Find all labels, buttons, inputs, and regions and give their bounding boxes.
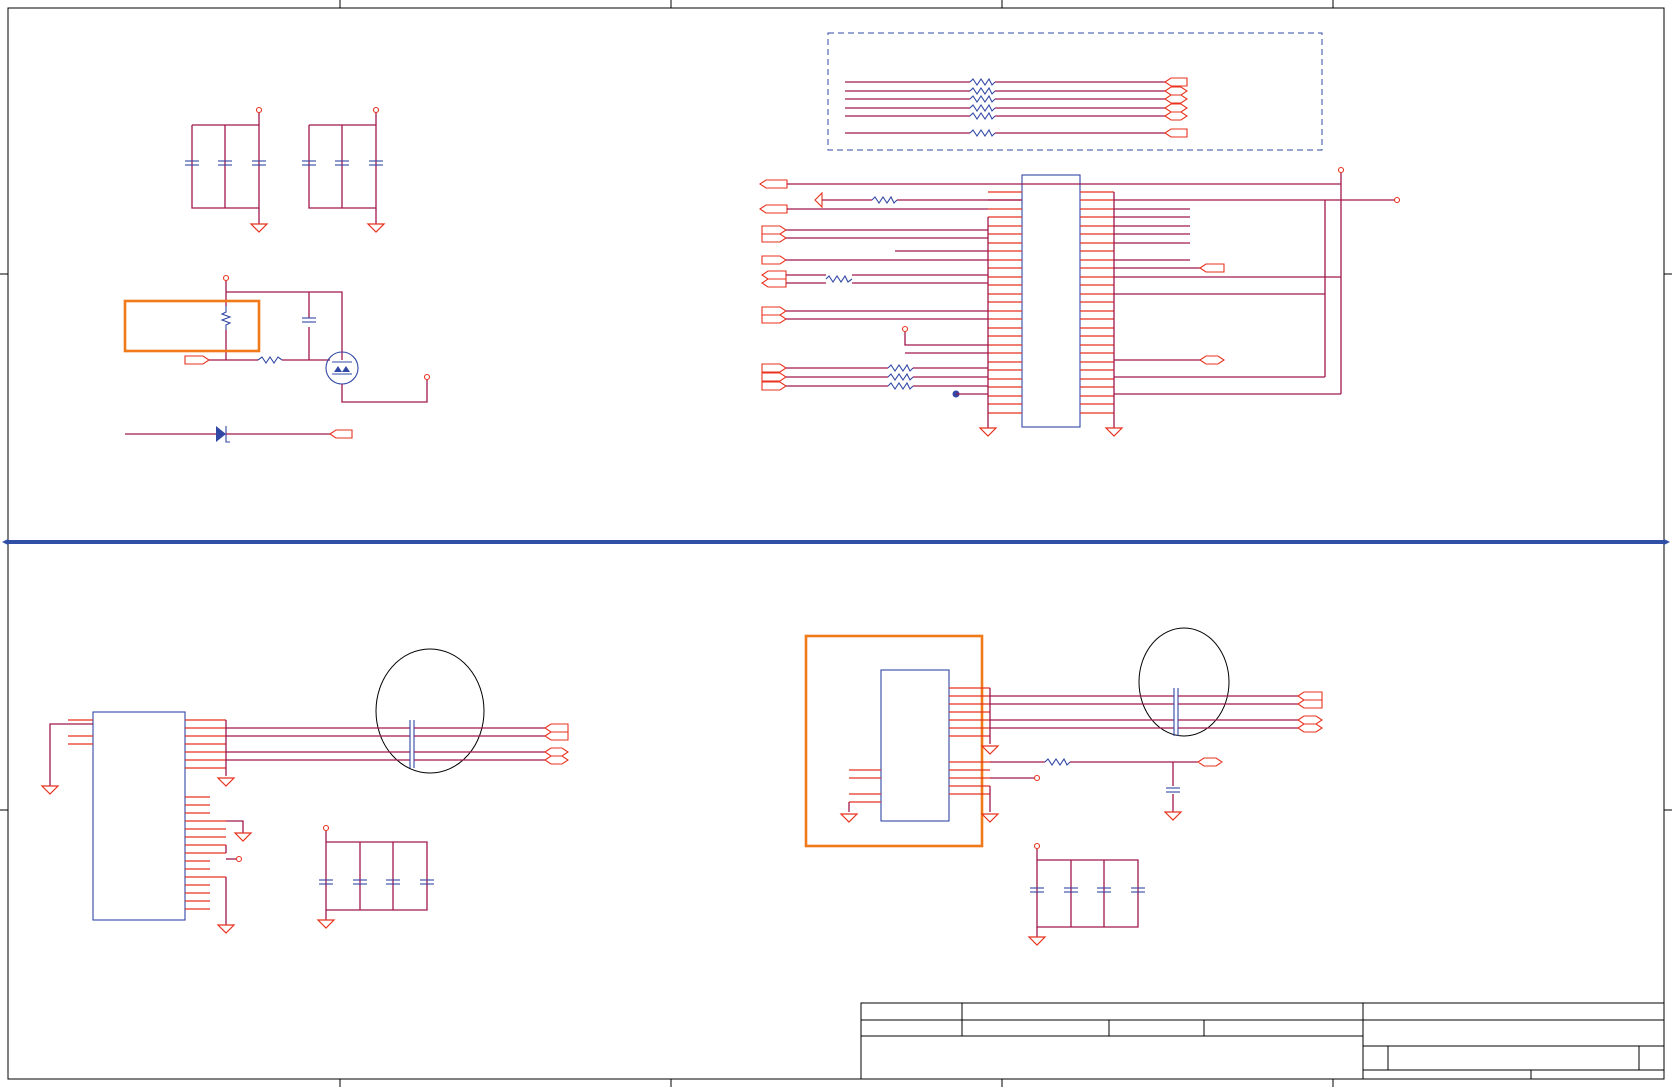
pullup-highlight-box <box>123 299 261 353</box>
schematic-drawing <box>0 0 1672 1087</box>
connector-right-signals <box>1000 166 1401 395</box>
coupling-capacitors-left <box>226 648 569 774</box>
decoupling-capacitors-left <box>316 824 434 929</box>
connector-ic <box>978 174 1124 437</box>
decoupling-capacitors-right <box>1027 842 1145 946</box>
diode <box>125 426 353 443</box>
connector-left-signals <box>759 179 1022 398</box>
mosfet-switch-circuit <box>184 274 431 403</box>
capacitor-bank-2 <box>302 106 386 233</box>
ic-right <box>839 669 1223 823</box>
section-divider <box>2 539 1670 545</box>
resistor-network-box <box>827 32 1323 151</box>
capacitor-bank-1 <box>185 106 269 233</box>
coupling-capacitors-right <box>990 627 1323 737</box>
schematic-sheet <box>0 0 1672 1087</box>
title-block <box>860 1002 1665 1080</box>
ic-left <box>40 711 253 934</box>
transceiver-highlight-box <box>804 634 984 848</box>
